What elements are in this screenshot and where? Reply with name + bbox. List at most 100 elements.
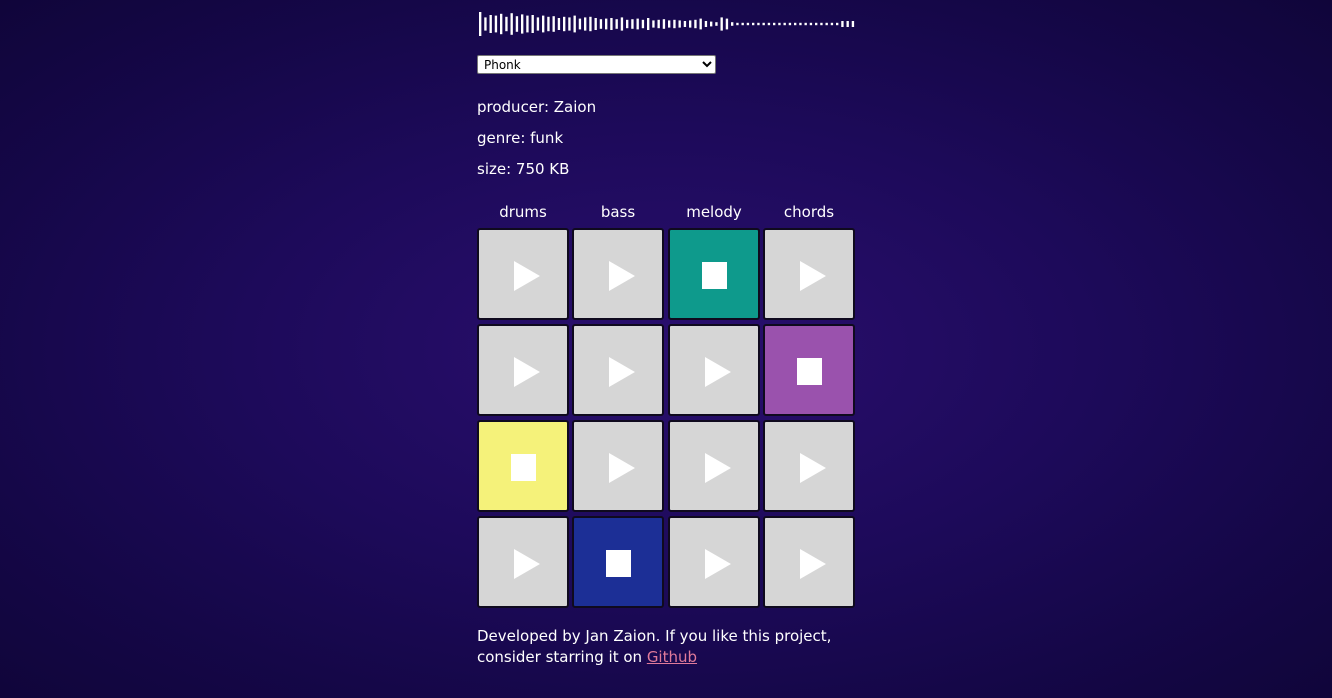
- visualizer-bar: [568, 17, 571, 31]
- visualizer-bar: [841, 21, 844, 27]
- visualizer-bar: [683, 21, 687, 27]
- size-label: size: 750 KB: [477, 160, 570, 178]
- play-icon: [800, 549, 826, 579]
- visualizer-bar: [762, 22, 765, 26]
- visualizer-bar: [557, 18, 561, 30]
- visualizer-bar: [731, 22, 734, 26]
- pad-melody-3[interactable]: [668, 420, 760, 512]
- footer-text-line1: Developed by Jan Zaion. If you like this…: [477, 627, 832, 645]
- play-icon: [705, 453, 731, 483]
- visualizer-bar: [584, 17, 587, 31]
- play-icon: [609, 357, 635, 387]
- column-header-melody: melody: [686, 203, 742, 221]
- visualizer-bar: [778, 22, 781, 26]
- visualizer-bar: [636, 18, 639, 30]
- stop-icon: [606, 550, 631, 577]
- play-icon: [609, 261, 635, 291]
- visualizer-bar: [773, 22, 776, 26]
- visualizer-bar: [809, 22, 813, 26]
- pad-melody-1[interactable]: [668, 228, 760, 320]
- pad-chords-4[interactable]: [763, 516, 855, 608]
- preset-select[interactable]: Phonk: [477, 55, 716, 74]
- pad-bass-4[interactable]: [572, 516, 664, 608]
- visualizer-bar: [547, 16, 550, 32]
- pad-melody-2[interactable]: [668, 324, 760, 416]
- visualizer-bar: [610, 18, 613, 30]
- github-link[interactable]: Github: [647, 648, 697, 666]
- visualizer-bar: [515, 16, 519, 32]
- pad-drums-3[interactable]: [477, 420, 569, 512]
- visualizer-bar: [626, 19, 629, 29]
- visualizer-bar: [536, 17, 540, 31]
- visualizer-bar: [678, 20, 681, 28]
- visualizer-bar: [820, 22, 823, 26]
- pad-chords-2[interactable]: [763, 324, 855, 416]
- play-icon: [514, 357, 540, 387]
- visualizer-bar: [657, 19, 660, 29]
- play-icon: [705, 357, 731, 387]
- column-header-drums: drums: [499, 203, 547, 221]
- visualizer-bar: [484, 17, 487, 31]
- visualizer-bar: [605, 18, 608, 30]
- visualizer-bar: [783, 22, 786, 26]
- pad-drums-2[interactable]: [477, 324, 569, 416]
- visualizer-bar: [715, 22, 718, 26]
- visualizer-bar: [725, 18, 729, 30]
- visualizer-bar: [631, 19, 634, 29]
- visualizer-bar: [794, 22, 797, 26]
- visualizer-bar: [746, 22, 750, 26]
- visualizer-bar: [599, 19, 603, 29]
- stop-icon: [702, 262, 727, 289]
- pad-chords-3[interactable]: [763, 420, 855, 512]
- pad-bass-2[interactable]: [572, 324, 664, 416]
- genre-label: genre: funk: [477, 129, 564, 147]
- producer-label: producer: Zaion: [477, 98, 597, 116]
- pad-drums-4[interactable]: [477, 516, 569, 608]
- visualizer-bar: [578, 18, 582, 30]
- visualizer-bar: [710, 21, 713, 27]
- visualizer-bar: [542, 15, 545, 33]
- visualizer-bar: [526, 15, 529, 33]
- audio-visualizer: [479, 10, 857, 38]
- visualizer-bar: [494, 15, 498, 33]
- visualizer-bar: [694, 19, 697, 29]
- visualizer-bar: [510, 13, 513, 35]
- visualizer-bar: [815, 22, 818, 26]
- pad-drums-1[interactable]: [477, 228, 569, 320]
- pad-bass-1[interactable]: [572, 228, 664, 320]
- visualizer-bar: [589, 16, 592, 32]
- pad-bass-3[interactable]: [572, 420, 664, 512]
- pad-chords-1[interactable]: [763, 228, 855, 320]
- play-icon: [705, 549, 731, 579]
- stop-icon: [511, 454, 536, 481]
- play-icon: [514, 549, 540, 579]
- footer-text-line2: consider starring it on: [477, 648, 643, 666]
- play-icon: [800, 453, 826, 483]
- visualizer-bar: [799, 22, 802, 26]
- visualizer-bar: [615, 19, 618, 29]
- column-headers: drums bass melody chords: [477, 203, 857, 223]
- column-header-bass: bass: [600, 203, 636, 221]
- play-icon: [514, 261, 540, 291]
- footer: Developed by Jan Zaion. If you like this…: [477, 626, 857, 668]
- visualizer-bar: [500, 13, 503, 35]
- visualizer-bar: [736, 22, 739, 26]
- pad-melody-4[interactable]: [668, 516, 760, 608]
- visualizer-bar: [489, 15, 492, 33]
- visualizer-bar: [720, 17, 723, 31]
- visualizer-bar: [662, 19, 666, 29]
- visualizer-bar: [647, 18, 650, 30]
- play-icon: [800, 261, 826, 291]
- visualizer-bar: [741, 22, 744, 26]
- visualizer-bar: [479, 12, 482, 36]
- visualizer-bar: [689, 20, 692, 28]
- visualizer-bar: [836, 22, 839, 26]
- visualizer-bar: [641, 19, 645, 29]
- visualizer-bar: [846, 21, 849, 27]
- visualizer-bar: [804, 22, 807, 26]
- visualizer-bar: [652, 20, 655, 28]
- column-header-chords: chords: [783, 203, 835, 221]
- visualizer-bar: [505, 16, 508, 32]
- visualizer-bar: [788, 22, 792, 26]
- visualizer-bar: [573, 15, 576, 33]
